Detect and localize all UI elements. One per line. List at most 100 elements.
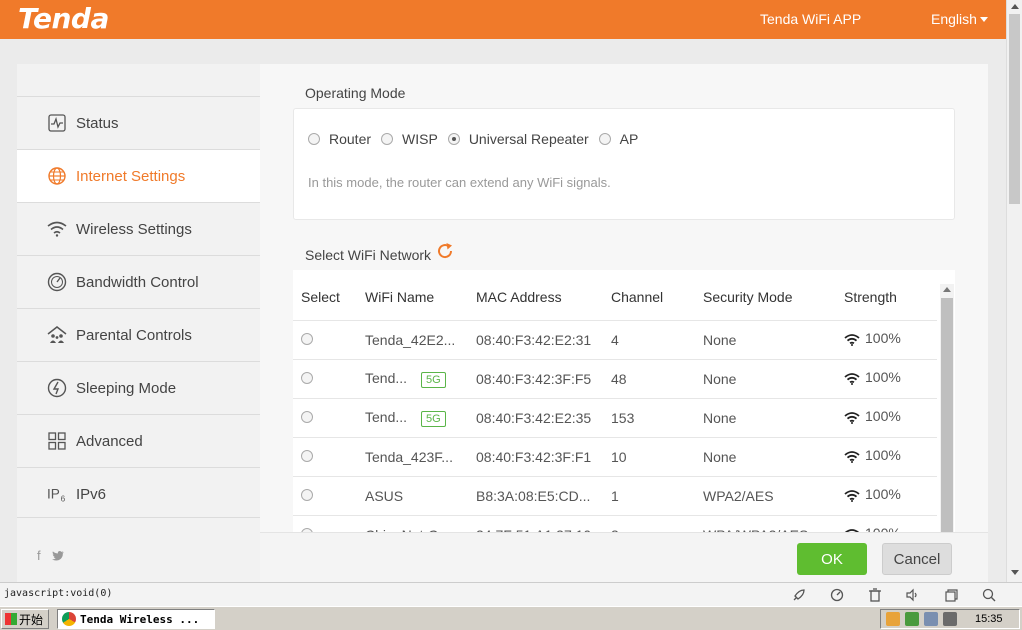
radio-ap[interactable] [598,133,611,145]
wifi-name: Tend... [365,408,408,425]
strength-value: 100% [865,447,901,463]
table-scroll-up-icon[interactable] [943,287,951,292]
rocket-icon[interactable] [790,586,808,604]
mode-radio-group: Router WISP Universal Repeater AP [308,131,648,147]
top-header: Tenda Tenda WiFi APP English [0,0,1006,39]
security-mode-cell: None [703,320,844,360]
window-icon[interactable] [942,586,960,604]
language-selector[interactable]: English [931,11,988,27]
radio-universal-repeater[interactable] [447,133,460,145]
channel-cell: 48 [611,359,703,399]
strength-value: 100% [865,525,901,532]
scroll-up-icon[interactable] [1011,4,1019,9]
page-scrollbar[interactable] [1006,0,1022,582]
table-header-row: Select WiFi Name MAC Address Channel Sec… [293,270,937,321]
speed-icon[interactable] [828,586,846,604]
tray-security-icon[interactable] [905,612,919,626]
trash-icon[interactable] [866,586,884,604]
row-select-cell [293,320,365,360]
operating-mode-title: Operating Mode [305,85,406,101]
row-select-cell [293,398,365,438]
sleep-icon [47,378,67,398]
sidebar-item-ipv6[interactable]: IP 6 IPv6 [17,467,260,520]
scroll-thumb[interactable] [1009,14,1020,204]
sidebar-item-label: Status [76,114,119,132]
wifi-name: Tenda_42E2... [365,331,456,348]
wifi-app-link[interactable]: Tenda WiFi APP [760,11,861,27]
radio-router[interactable] [308,133,320,145]
sidebar-item-sleeping-mode[interactable]: Sleeping Mode [17,361,260,414]
col-strength: Strength [844,270,937,321]
col-security-mode: Security Mode [703,270,844,321]
wifi-name-cell: ChinaNet-Q... [365,515,476,532]
row-select-cell [293,476,365,516]
mac-address-cell: 08:40:F3:42:3F:F5 [476,359,611,399]
sidebar-item-parental-controls[interactable]: Parental Controls [17,308,260,361]
security-mode-cell: WPA2/AES [703,476,844,516]
row-select-radio[interactable] [301,449,313,462]
wifi-list-title: Select WiFi Network [305,247,432,263]
security-mode-cell: None [703,437,844,477]
sidebar-item-label: Bandwidth Control [76,273,199,291]
scroll-down-icon[interactable] [1011,570,1019,575]
wifi-name-cell: Tenda_42E2... [365,320,476,360]
table-row[interactable]: ChinaNet-Q...24:7F:51:A1:37:103WPA/WPA2/… [293,515,937,532]
table-scrollbar[interactable] [940,284,954,532]
radio-ap-label[interactable]: AP [620,131,639,147]
row-select-cell [293,515,365,532]
sidebar-item-label: Wireless Settings [76,220,192,238]
svg-text:6: 6 [61,494,66,503]
wifi-icon [47,219,67,239]
strength-cell: 100% [844,320,937,360]
row-select-radio[interactable] [301,371,313,384]
sidebar-item-advanced[interactable]: Advanced [17,414,260,467]
sidebar-item-wireless-settings[interactable]: Wireless Settings [17,202,260,255]
radio-wisp[interactable] [381,133,394,145]
wifi-table-container: Select WiFi Name MAC Address Channel Sec… [293,270,955,532]
table-row[interactable]: Tend... 5G 08:40:F3:42:3F:F5 48 None 100% [293,359,937,399]
table-row[interactable]: ASUS B8:3A:08:E5:CD... 1 WPA2/AES 100% [293,476,937,516]
signal-icon [844,450,860,466]
security-mode-cell: WPA/WPA2/AES [703,515,844,532]
windows-flag-icon [5,613,17,625]
status-url: javascript:void(0) [4,588,113,599]
taskbar-window-title: Tenda Wireless ... [80,612,200,626]
start-button[interactable]: 开始 [1,609,49,629]
twitter-icon[interactable] [44,548,65,563]
table-row[interactable]: Tend... 5G 08:40:F3:42:E2:35 153 None 100% [293,398,937,438]
taskbar-browser-window[interactable]: Tenda Wireless ... [57,609,215,629]
band-badge: 5G [421,410,446,427]
sidebar-nav: Status Internet Settings Wireless Settin… [17,64,260,582]
strength-cell: 100% [844,476,937,516]
pulse-icon [47,113,67,133]
facebook-icon[interactable]: f [37,548,41,563]
sidebar-item-internet-settings[interactable]: Internet Settings [17,149,260,202]
row-select-radio[interactable] [301,410,313,423]
sidebar-item-bandwidth-control[interactable]: Bandwidth Control [17,255,260,308]
sidebar-item-status[interactable]: Status [17,96,260,149]
strength-value: 100% [865,369,901,385]
tray-app-icon[interactable] [886,612,900,626]
sidebar-item-label: Advanced [76,432,143,450]
gauge-icon [47,272,67,292]
cancel-button[interactable]: Cancel [882,543,952,575]
table-scroll-thumb[interactable] [941,298,953,532]
row-select-radio[interactable] [301,332,313,345]
wifi-name-cell: Tend... 5G [365,398,476,438]
table-row[interactable]: Tenda_42E2... 08:40:F3:42:E2:31 4 None 100% [293,320,937,360]
speaker-icon[interactable] [904,586,922,604]
table-row[interactable]: Tenda_423F... 08:40:F3:42:3F:F1 10 None 100% [293,437,937,477]
ok-button[interactable]: OK [797,543,867,575]
radio-universal-repeater-label[interactable]: Universal Repeater [469,131,589,147]
browser-status-bar: javascript:void(0) [0,582,1022,606]
clock: 15:35 [975,613,1003,625]
zoom-icon[interactable] [980,586,998,604]
windows-taskbar: 开始 Tenda Wireless ... 15:35 [0,606,1022,630]
radio-wisp-label[interactable]: WISP [402,131,438,147]
tray-network-icon[interactable] [924,612,938,626]
radio-router-label[interactable]: Router [329,131,371,147]
start-label: 开始 [19,612,44,627]
refresh-icon[interactable] [436,242,454,260]
row-select-radio[interactable] [301,488,313,501]
tray-volume-icon[interactable] [943,612,957,626]
